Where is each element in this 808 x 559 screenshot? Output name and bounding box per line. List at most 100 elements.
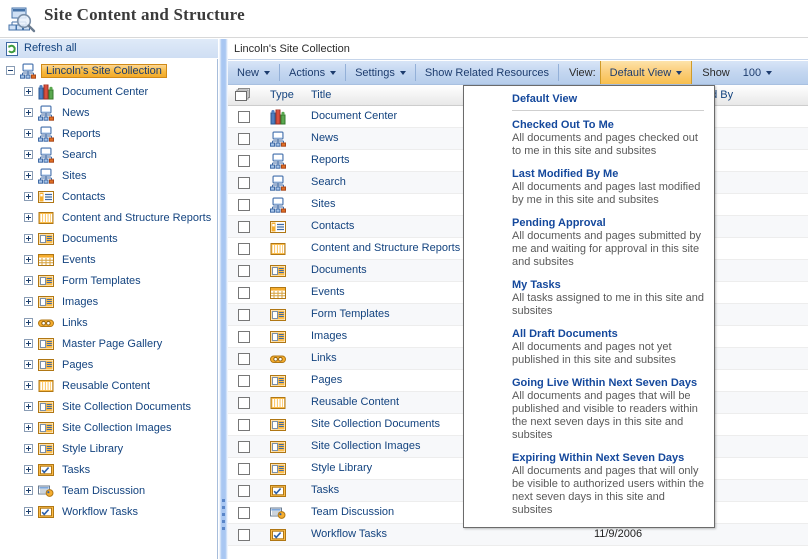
row-title-link[interactable]: Form Templates xyxy=(311,308,390,320)
tree-node-label[interactable]: Tasks xyxy=(59,463,93,477)
row-checkbox[interactable] xyxy=(238,133,250,145)
tree-node-label[interactable]: Links xyxy=(59,316,91,330)
row-title-link[interactable]: Content and Structure Reports xyxy=(311,242,460,254)
row-title-link[interactable]: Workflow Tasks xyxy=(311,528,387,540)
view-menu-item[interactable]: All Draft Documents All documents and pag… xyxy=(464,327,714,367)
expand-icon[interactable] xyxy=(24,423,33,432)
pane-splitter[interactable] xyxy=(219,39,228,559)
tree-node-label[interactable]: Images xyxy=(59,295,101,309)
view-menu-item-title[interactable]: Checked Out To Me xyxy=(512,118,704,132)
tree-node-search[interactable]: Search xyxy=(0,144,217,165)
tree-node-pages[interactable]: Pages xyxy=(0,354,217,375)
expand-icon[interactable] xyxy=(24,171,33,180)
row-checkbox[interactable] xyxy=(238,111,250,123)
splitter-grip[interactable] xyxy=(222,499,225,537)
row-title-link[interactable]: Events xyxy=(311,286,345,298)
view-menu-item[interactable]: My Tasks All tasks assigned to me in this… xyxy=(464,278,714,318)
expand-icon[interactable] xyxy=(24,129,33,138)
row-checkbox[interactable] xyxy=(238,331,250,343)
tree-node-label[interactable]: Workflow Tasks xyxy=(59,505,141,519)
column-header-title[interactable]: Title xyxy=(311,89,331,101)
tree-node-label[interactable]: Master Page Gallery xyxy=(59,337,165,351)
expand-icon[interactable] xyxy=(24,192,33,201)
row-title-link[interactable]: Sites xyxy=(311,198,335,210)
expand-icon[interactable] xyxy=(24,255,33,264)
row-title-link[interactable]: Site Collection Documents xyxy=(311,418,440,430)
tree-node-style-library[interactable]: Style Library xyxy=(0,438,217,459)
tree-node-content-and-structure-reports[interactable]: Content and Structure Reports xyxy=(0,207,217,228)
tree-node-reusable-content[interactable]: Reusable Content xyxy=(0,375,217,396)
tree-node-label[interactable]: Team Discussion xyxy=(59,484,148,498)
expand-icon[interactable] xyxy=(24,318,33,327)
show-related-resources-button[interactable]: Show Related Resources xyxy=(416,61,558,84)
expand-icon[interactable] xyxy=(24,486,33,495)
row-checkbox[interactable] xyxy=(238,419,250,431)
column-header-type[interactable]: Type xyxy=(270,89,294,101)
tree-node-reports[interactable]: Reports xyxy=(0,123,217,144)
row-title-link[interactable]: News xyxy=(311,132,339,144)
row-checkbox[interactable] xyxy=(238,309,250,321)
tree-node-label[interactable]: Lincoln's Site Collection xyxy=(41,63,167,78)
tree-node-team-discussion[interactable]: Team Discussion xyxy=(0,480,217,501)
expand-icon[interactable] xyxy=(24,297,33,306)
tree-node-label[interactable]: News xyxy=(59,106,93,120)
tree-node-images[interactable]: Images xyxy=(0,291,217,312)
view-menu-item-title[interactable]: All Draft Documents xyxy=(512,327,704,341)
tree-node-label[interactable]: Site Collection Documents xyxy=(59,400,194,414)
expand-icon[interactable] xyxy=(24,234,33,243)
row-checkbox[interactable] xyxy=(238,243,250,255)
new-menu-button[interactable]: New xyxy=(228,61,279,84)
row-title-link[interactable]: Links xyxy=(311,352,337,364)
row-checkbox[interactable] xyxy=(238,155,250,167)
row-title-link[interactable]: Contacts xyxy=(311,220,354,232)
view-menu-item-title[interactable]: Expiring Within Next Seven Days xyxy=(512,451,704,465)
expand-icon[interactable] xyxy=(24,402,33,411)
tree-node-lincoln-s-site-collection[interactable]: Lincoln's Site Collection xyxy=(0,60,217,81)
row-title-link[interactable]: Style Library xyxy=(311,462,372,474)
tree-node-label[interactable]: Search xyxy=(59,148,100,162)
tree-node-news[interactable]: News xyxy=(0,102,217,123)
tree-node-label[interactable]: Reusable Content xyxy=(59,379,153,393)
row-checkbox[interactable] xyxy=(238,397,250,409)
collapse-icon[interactable] xyxy=(6,66,15,75)
row-checkbox[interactable] xyxy=(238,485,250,497)
row-title-link[interactable]: Reusable Content xyxy=(311,396,399,408)
row-checkbox[interactable] xyxy=(238,353,250,365)
settings-menu-button[interactable]: Settings xyxy=(346,61,415,84)
tree-node-links[interactable]: Links xyxy=(0,312,217,333)
row-checkbox[interactable] xyxy=(238,265,250,277)
tree-node-contacts[interactable]: Contacts xyxy=(0,186,217,207)
view-menu-item-title[interactable]: Default View xyxy=(512,92,704,106)
view-menu-item-title[interactable]: My Tasks xyxy=(512,278,704,292)
row-checkbox[interactable] xyxy=(238,507,250,519)
tree-node-sites[interactable]: Sites xyxy=(0,165,217,186)
row-checkbox[interactable] xyxy=(238,463,250,475)
expand-icon[interactable] xyxy=(24,465,33,474)
view-menu-item-title[interactable]: Pending Approval xyxy=(512,216,704,230)
view-menu-item[interactable]: Checked Out To Me All documents and pages… xyxy=(464,118,714,158)
row-checkbox[interactable] xyxy=(238,287,250,299)
tree-node-tasks[interactable]: Tasks xyxy=(0,459,217,480)
tree-node-label[interactable]: Contacts xyxy=(59,190,108,204)
show-count-button[interactable]: 100 xyxy=(734,61,781,84)
row-checkbox[interactable] xyxy=(238,221,250,233)
tree-node-document-center[interactable]: Document Center xyxy=(0,81,217,102)
view-menu-item[interactable]: Default View xyxy=(464,92,714,106)
row-checkbox[interactable] xyxy=(238,199,250,211)
tree-node-workflow-tasks[interactable]: Workflow Tasks xyxy=(0,501,217,522)
view-menu-item[interactable]: Last Modified By Me All documents and pag… xyxy=(464,167,714,207)
row-title-link[interactable]: Team Discussion xyxy=(311,506,394,518)
tree-node-label[interactable]: Sites xyxy=(59,169,89,183)
tree-node-events[interactable]: Events xyxy=(0,249,217,270)
row-title-link[interactable]: Search xyxy=(311,176,346,188)
view-menu-item[interactable]: Pending Approval All documents and pages … xyxy=(464,216,714,269)
tree-node-label[interactable]: Events xyxy=(59,253,99,267)
tree-node-label[interactable]: Reports xyxy=(59,127,104,141)
expand-icon[interactable] xyxy=(24,507,33,516)
row-title-link[interactable]: Document Center xyxy=(311,110,397,122)
expand-icon[interactable] xyxy=(24,339,33,348)
expand-icon[interactable] xyxy=(24,444,33,453)
view-selector-button[interactable]: Default View xyxy=(599,61,693,84)
expand-icon[interactable] xyxy=(24,87,33,96)
select-all-icon[interactable] xyxy=(235,88,251,103)
